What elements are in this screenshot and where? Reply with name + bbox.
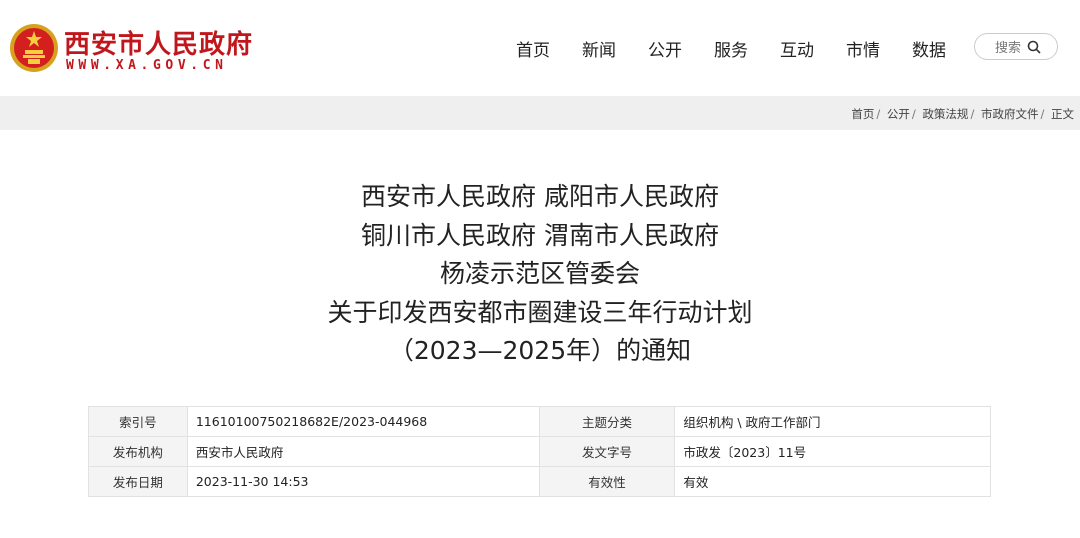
breadcrumb-current: 正文 <box>1051 107 1074 121</box>
index-number-value: 11610100750218682E/2023-044968 <box>186 406 540 437</box>
validity-value: 有效 <box>674 466 991 497</box>
title-line: 杨凌示范区管委会 <box>439 259 640 288</box>
nav-data[interactable]: 数据 <box>896 36 962 61</box>
main-nav: 首页 新闻 公开 服务 互动 市情 数据 <box>500 36 962 61</box>
publish-date-value: 2023-11-30 14:53 <box>186 466 540 497</box>
document-title: 西安市人民政府 咸阳市人民政府 铜川市人民政府 渭南市人民政府 杨凌示范区管委会… <box>0 178 1080 371</box>
national-emblem-icon[interactable] <box>8 22 60 74</box>
nav-open[interactable]: 公开 <box>632 36 698 61</box>
breadcrumb-open[interactable]: 公开 <box>887 107 910 121</box>
document-info-table: 索引号 11610100750218682E/2023-044968 主题分类 … <box>88 406 991 497</box>
issuer-label: 发布机构 <box>88 436 188 467</box>
breadcrumb-gov-docs[interactable]: 市政府文件 <box>981 107 1039 121</box>
search-label: 搜索 <box>995 41 1022 56</box>
site-url[interactable]: WWW.XA.GOV.CN <box>66 58 228 73</box>
site-header: 西安市人民政府 WWW.XA.GOV.CN 首页 新闻 公开 服务 互动 市情 … <box>0 0 1080 96</box>
nav-interact[interactable]: 互动 <box>764 36 830 61</box>
nav-news[interactable]: 新闻 <box>566 36 632 61</box>
doc-number-value: 市政发〔2023〕11号 <box>674 436 991 467</box>
nav-city-info[interactable]: 市情 <box>830 36 896 61</box>
search-button[interactable]: 搜索 <box>974 33 1058 60</box>
topic-value: 组织机构 \ 政府工作部门 <box>674 406 991 437</box>
doc-number-label: 发文字号 <box>538 436 676 467</box>
table-row: 索引号 11610100750218682E/2023-044968 主题分类 … <box>88 406 991 437</box>
title-line: 西安市人民政府 咸阳市人民政府 <box>361 182 719 211</box>
breadcrumb-home[interactable]: 首页 <box>851 107 874 121</box>
search-icon <box>1027 40 1041 54</box>
table-row: 发布日期 2023-11-30 14:53 有效性 有效 <box>88 466 991 497</box>
publish-date-label: 发布日期 <box>88 466 188 497</box>
table-row: 发布机构 西安市人民政府 发文字号 市政发〔2023〕11号 <box>88 436 991 467</box>
title-line: 关于印发西安都市圈建设三年行动计划 <box>327 297 753 327</box>
breadcrumb: 首页 / 公开 / 政策法规 / 市政府文件 / 正文 <box>851 107 1074 121</box>
site-name[interactable]: 西安市人民政府 <box>64 24 253 61</box>
topic-label: 主题分类 <box>538 406 676 437</box>
validity-label: 有效性 <box>538 466 676 497</box>
index-number-label: 索引号 <box>88 406 188 437</box>
nav-home[interactable]: 首页 <box>500 36 566 61</box>
breadcrumb-policy[interactable]: 政策法规 <box>922 107 968 121</box>
nav-service[interactable]: 服务 <box>698 36 764 61</box>
title-line: （2023—2025年）的通知 <box>388 336 692 365</box>
title-line: 铜川市人民政府 渭南市人民政府 <box>361 220 719 250</box>
issuer-value: 西安市人民政府 <box>186 436 540 467</box>
breadcrumb-bar: 首页 / 公开 / 政策法规 / 市政府文件 / 正文 <box>0 96 1080 130</box>
